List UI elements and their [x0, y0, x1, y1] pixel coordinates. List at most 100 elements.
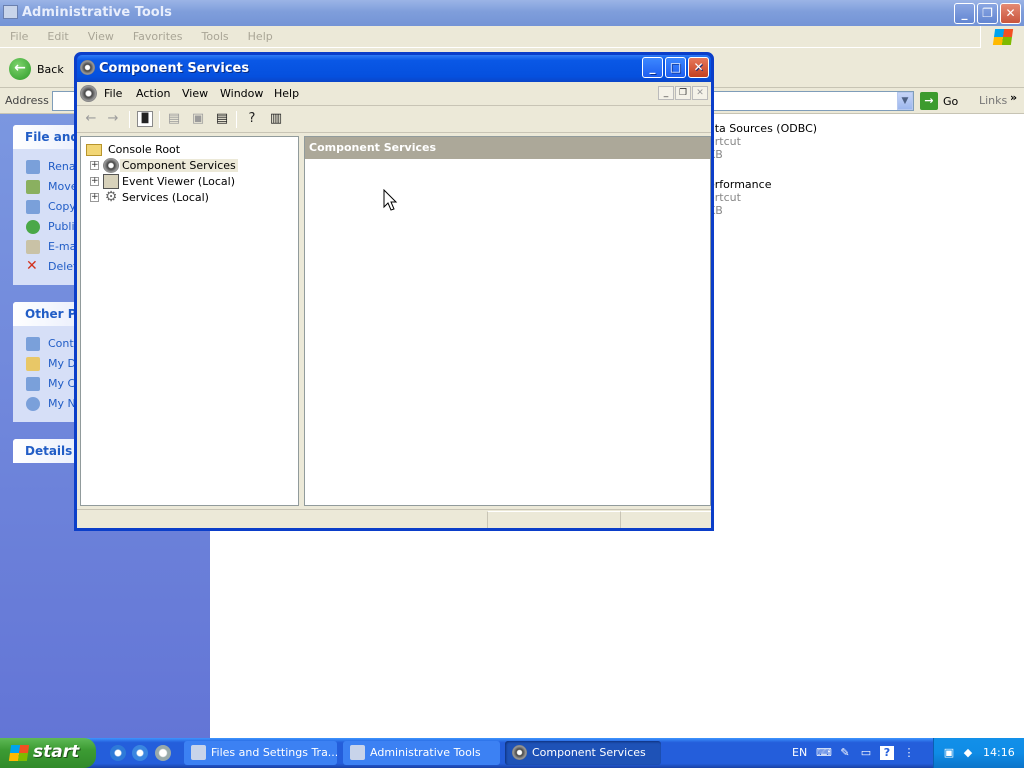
file-size: KB — [708, 148, 723, 161]
my-network-icon — [26, 397, 40, 411]
go-label: Go — [943, 95, 959, 108]
menu-favorites[interactable]: Favorites — [133, 30, 183, 43]
status-cell — [620, 511, 711, 528]
windows-flag-icon — [8, 745, 30, 761]
show-hide-tree-icon[interactable]: ▐▌ — [137, 111, 153, 127]
status-cell — [487, 511, 620, 528]
delete-icon: ✕ — [26, 258, 38, 274]
file-type: ortcut — [708, 191, 741, 204]
network-icon[interactable]: ▣ — [942, 746, 956, 760]
menu-edit[interactable]: Edit — [47, 30, 68, 43]
cs-status-bar — [77, 509, 711, 528]
menu-tools[interactable]: Tools — [202, 30, 229, 43]
media-player-icon[interactable] — [155, 745, 171, 761]
file-item-odbc[interactable]: ata Sources (ODBC) ortcut KB — [708, 122, 817, 161]
windows-flag-icon — [992, 29, 1014, 45]
menu-view[interactable]: View — [88, 30, 114, 43]
move-icon — [26, 180, 40, 194]
cs-close-button[interactable]: ✕ — [688, 57, 709, 78]
component-services-icon — [103, 158, 119, 173]
clock[interactable]: 14:16 — [983, 746, 1015, 759]
expand-icon[interactable]: + — [90, 177, 99, 186]
control-panel-icon — [26, 337, 40, 351]
mdi-restore-button[interactable]: ❐ — [675, 86, 691, 100]
cs-menu-view[interactable]: View — [182, 87, 208, 100]
go-button[interactable]: → Go — [920, 92, 968, 110]
help-icon[interactable]: ? — [244, 111, 260, 127]
cs-maximize-button[interactable]: □ — [665, 57, 686, 78]
mdi-close-button[interactable]: ✕ — [692, 86, 708, 100]
expand-icon[interactable]: + — [90, 161, 99, 170]
transfer-wizard-icon — [191, 745, 206, 760]
task-files-settings-transfer[interactable]: Files and Settings Tra... — [184, 741, 337, 765]
email-icon — [26, 240, 40, 254]
gears-icon: ⚙ — [104, 189, 118, 205]
folder-icon — [86, 144, 102, 156]
file-name: ata Sources (ODBC) — [708, 122, 818, 135]
my-documents-icon — [26, 357, 40, 371]
export-list-icon[interactable]: ▤ — [214, 111, 230, 127]
expand-icon[interactable]: + — [90, 193, 99, 202]
publish-icon — [26, 220, 40, 234]
mouse-cursor-icon — [383, 189, 398, 211]
cs-window-title: Component Services — [99, 61, 250, 76]
file-type: ortcut — [708, 135, 741, 148]
copy-icon — [26, 200, 40, 214]
language-indicator[interactable]: EN — [792, 746, 807, 759]
explorer-title-bar[interactable]: Administrative Tools _ ❐ ✕ — [0, 0, 1024, 26]
cs-minimize-button[interactable]: _ — [642, 57, 663, 78]
start-label: start — [33, 742, 80, 762]
taskbar: start Files and Settings Tra... Administ… — [0, 738, 1024, 768]
cs-menu-window[interactable]: Window — [220, 87, 263, 100]
pen-icon[interactable]: ✎ — [838, 746, 852, 760]
explorer-minimize-button[interactable]: _ — [954, 3, 975, 24]
cs-toolbar: ← → ▐▌ ▤ ▣ ▤ ? ▥ — [77, 106, 711, 133]
back-arrow-icon[interactable]: ← — [83, 111, 99, 127]
result-pane-title: Component Services — [305, 137, 710, 159]
mdi-minimize-button[interactable]: _ — [658, 86, 674, 100]
file-name: erformance — [708, 178, 772, 191]
cs-title-bar[interactable]: Component Services _ □ ✕ — [77, 55, 711, 82]
safely-remove-icon[interactable]: ◆ — [961, 746, 975, 760]
help-icon[interactable]: ? — [880, 746, 894, 760]
handwriting-icon[interactable]: ▭ — [859, 746, 873, 760]
go-arrow-icon: → — [920, 92, 938, 110]
start-button[interactable]: start — [0, 738, 96, 768]
menu-help[interactable]: Help — [248, 30, 273, 43]
up-one-level-icon[interactable]: ▤ — [166, 111, 182, 127]
address-label: Address — [5, 94, 49, 107]
language-bar-options-icon[interactable]: ⋮ — [902, 746, 916, 760]
administrative-tools-icon — [350, 745, 365, 760]
new-window-icon[interactable]: ▥ — [268, 111, 284, 127]
task-administrative-tools[interactable]: Administrative Tools — [343, 741, 500, 765]
back-arrow-icon: ← — [9, 58, 31, 80]
component-services-window: Component Services _ □ ✕ File Action Vie… — [74, 52, 714, 531]
internet-explorer-icon[interactable] — [110, 745, 126, 761]
mmc-document-icon[interactable] — [80, 85, 97, 102]
forward-arrow-icon[interactable]: → — [105, 111, 121, 127]
task-component-services[interactable]: Component Services — [505, 741, 661, 765]
explorer-title: Administrative Tools — [22, 5, 172, 20]
menu-file[interactable]: File — [10, 30, 28, 43]
explorer-restore-button[interactable]: ❐ — [977, 3, 998, 24]
component-services-app-icon[interactable] — [80, 60, 95, 75]
cs-menu-file[interactable]: File — [104, 87, 122, 100]
component-services-icon — [512, 745, 527, 760]
links-chevron-icon[interactable]: » — [1010, 91, 1017, 104]
cs-menu-action[interactable]: Action — [136, 87, 170, 100]
cs-body: File Action View Window Help _ ❐ ✕ ← → ▐… — [77, 82, 711, 528]
back-label: Back — [37, 63, 64, 76]
result-pane: Component Services — [304, 136, 711, 506]
back-button[interactable]: ← Back — [6, 56, 76, 82]
rename-icon — [26, 160, 40, 174]
cs-menu-help[interactable]: Help — [274, 87, 299, 100]
cs-menu-bar: File Action View Window Help _ ❐ ✕ — [77, 82, 711, 106]
address-dropdown-button[interactable]: ▼ — [897, 92, 913, 110]
outlook-express-icon[interactable] — [132, 745, 148, 761]
links-label[interactable]: Links — [979, 94, 1007, 107]
event-viewer-icon — [103, 174, 119, 189]
explorer-close-button[interactable]: ✕ — [1000, 3, 1021, 24]
properties-icon[interactable]: ▣ — [190, 111, 206, 127]
keyboard-icon[interactable]: ⌨ — [816, 746, 832, 760]
file-item-performance[interactable]: erformance ortcut KB — [708, 178, 771, 217]
